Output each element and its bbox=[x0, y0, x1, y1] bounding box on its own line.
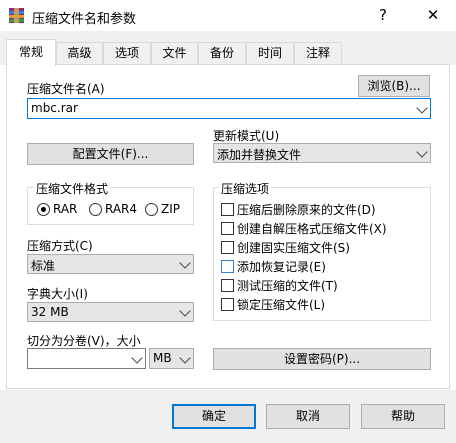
split-volumes-label: 切分为分卷(V)，大小 bbox=[27, 334, 141, 348]
update-mode-select[interactable]: 添加并替换文件 bbox=[213, 143, 431, 163]
option-sfx-checkbox[interactable] bbox=[221, 222, 234, 235]
chevron-down-icon bbox=[179, 305, 191, 317]
split-unit-value: MB bbox=[153, 351, 172, 365]
tab-time[interactable]: 时间 bbox=[246, 42, 294, 64]
option-sfx-label[interactable]: 创建自解压格式压缩文件(X) bbox=[237, 220, 387, 237]
profiles-button[interactable]: 配置文件(F)... bbox=[27, 143, 194, 165]
format-rar-radio[interactable] bbox=[37, 203, 50, 216]
cancel-button[interactable]: 取消 bbox=[266, 404, 350, 429]
update-mode-value: 添加并替换文件 bbox=[217, 148, 302, 162]
help-button[interactable]: 帮助 bbox=[361, 404, 445, 429]
format-zip-radio[interactable] bbox=[145, 203, 158, 216]
chevron-down-icon bbox=[179, 257, 191, 269]
close-button[interactable]: ✕ bbox=[410, 0, 456, 31]
archive-name-label: 压缩文件名(A) bbox=[27, 82, 105, 96]
help-title-button[interactable]: ? bbox=[360, 0, 406, 31]
archive-format-label: 压缩文件格式 bbox=[34, 180, 111, 197]
tab-advanced[interactable]: 高级 bbox=[56, 42, 103, 64]
dictionary-size-value: 32 MB bbox=[31, 305, 69, 319]
option-delete-after-checkbox[interactable] bbox=[221, 203, 234, 216]
tab-general[interactable]: 常规 bbox=[6, 39, 56, 66]
option-delete-after-label[interactable]: 压缩后删除原来的文件(D) bbox=[237, 201, 376, 218]
tab-files[interactable]: 文件 bbox=[151, 42, 198, 64]
format-rar4-radio[interactable] bbox=[89, 203, 102, 216]
split-unit-select[interactable]: MB bbox=[149, 348, 194, 369]
format-rar4-label[interactable]: RAR4 bbox=[105, 202, 137, 216]
chevron-down-icon[interactable] bbox=[416, 101, 428, 114]
dictionary-size-label: 字典大小(I) bbox=[27, 287, 88, 301]
format-rar-label[interactable]: RAR bbox=[53, 202, 77, 216]
option-test-checkbox[interactable] bbox=[221, 279, 234, 292]
archive-name-value: mbc.rar bbox=[31, 101, 78, 115]
tab-comment[interactable]: 注释 bbox=[294, 42, 342, 64]
set-password-button[interactable]: 设置密码(P)... bbox=[213, 348, 431, 370]
update-mode-label: 更新模式(U) bbox=[213, 129, 280, 143]
compression-method-select[interactable]: 标准 bbox=[27, 254, 194, 274]
archive-name-combobox[interactable]: mbc.rar bbox=[27, 98, 431, 119]
split-size-combobox[interactable] bbox=[27, 348, 146, 369]
option-test-label[interactable]: 测试压缩的文件(T) bbox=[237, 277, 338, 294]
browse-button[interactable]: 浏览(B)... bbox=[358, 75, 430, 97]
dictionary-size-select[interactable]: 32 MB bbox=[27, 302, 194, 322]
chevron-down-icon bbox=[179, 351, 191, 364]
tab-options[interactable]: 选项 bbox=[103, 42, 151, 64]
compression-method-label: 压缩方式(C) bbox=[27, 239, 93, 253]
compression-method-value: 标准 bbox=[31, 259, 56, 273]
option-recovery-record-label[interactable]: 添加恢复记录(E) bbox=[237, 258, 326, 275]
option-solid-label[interactable]: 创建固实压缩文件(S) bbox=[237, 239, 350, 256]
archiving-options-label: 压缩选项 bbox=[219, 180, 272, 197]
option-lock-label[interactable]: 锁定压缩文件(L) bbox=[237, 296, 325, 313]
chevron-down-icon[interactable] bbox=[131, 351, 143, 364]
option-solid-checkbox[interactable] bbox=[221, 241, 234, 254]
format-zip-label[interactable]: ZIP bbox=[161, 202, 180, 216]
option-recovery-record-checkbox[interactable] bbox=[221, 260, 234, 273]
winrar-app-icon bbox=[9, 8, 24, 23]
ok-button[interactable]: 确定 bbox=[172, 404, 256, 429]
window-title: 压缩文件名和参数 bbox=[32, 12, 137, 27]
chevron-down-icon bbox=[416, 146, 428, 158]
option-lock-checkbox[interactable] bbox=[221, 298, 234, 311]
tab-backup[interactable]: 备份 bbox=[198, 42, 246, 64]
